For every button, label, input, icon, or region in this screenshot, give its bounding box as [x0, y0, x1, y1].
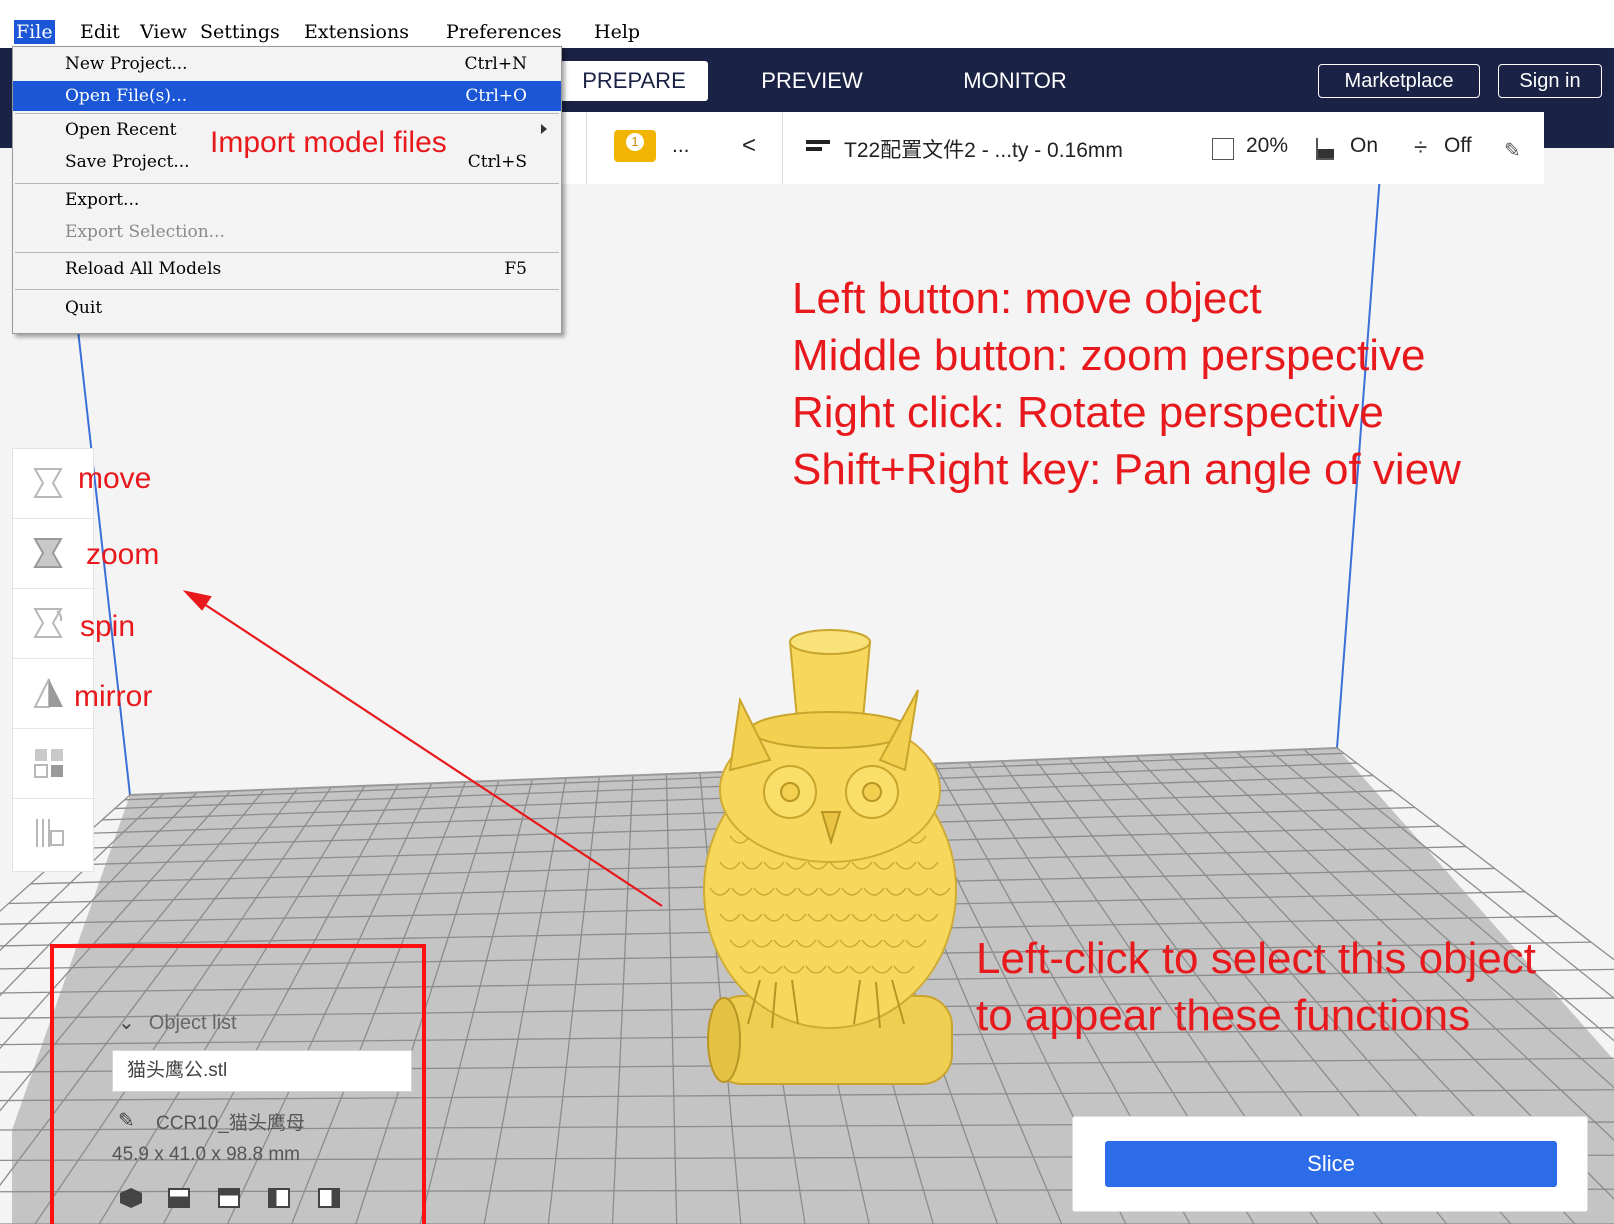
menu-item-quit[interactable]: Quit [13, 293, 561, 323]
menu-item-label: Export Selection... [65, 222, 225, 242]
menu-item-label: New Project... [65, 54, 188, 74]
menu-item-label: Save Project... [65, 152, 190, 172]
menu-divider [15, 113, 559, 114]
owl-eye-left-pupil [780, 782, 800, 802]
annotation-import-model-files: Import model files [210, 126, 447, 159]
annotation-tool-move: move [78, 462, 152, 495]
menu-settings[interactable]: Settings [198, 20, 282, 44]
scale-tool-icon [33, 538, 63, 568]
adhesion-value[interactable]: Off [1444, 134, 1472, 158]
infill-icon [1212, 138, 1234, 160]
menu-extensions[interactable]: Extensions [302, 20, 411, 44]
help-line-shift-right: Shift+Right key: Pan angle of view [792, 445, 1461, 494]
annotation-mouse-help: Left button: move object Middle button: … [792, 270, 1461, 498]
menu-divider [15, 252, 559, 253]
move-tool-icon [33, 468, 63, 498]
tab-preview[interactable]: PREVIEW [742, 61, 882, 101]
menu-item-label: Open File(s)... [65, 86, 188, 106]
tool-support-blocker[interactable] [13, 799, 95, 869]
menu-item-export-selection: Export Selection... [13, 217, 561, 247]
tool-panel [12, 448, 95, 872]
sign-in-button[interactable]: Sign in [1498, 64, 1602, 98]
menu-preferences[interactable]: Preferences [444, 20, 564, 44]
menu-item-label: Export... [65, 190, 140, 210]
tab-prepare[interactable]: PREPARE [560, 61, 708, 101]
warning-icon[interactable]: 1 [614, 130, 656, 162]
tool-per-model-settings[interactable] [13, 729, 95, 799]
menu-item-shortcut: F5 [504, 259, 527, 279]
menu-item-export[interactable]: Export... [13, 185, 561, 215]
warning-count: 1 [626, 133, 644, 151]
menu-item-label: Quit [65, 298, 103, 318]
menu-item-new-project[interactable]: New Project... Ctrl+N [13, 49, 561, 79]
menu-bar: File Edit View Settings Extensions Prefe… [0, 0, 1614, 48]
owl-hat-top [789, 629, 871, 655]
warning-more[interactable]: ... [672, 134, 690, 158]
submenu-arrow-icon [541, 124, 547, 134]
menu-item-shortcut: Ctrl+N [464, 54, 527, 74]
menu-item-label: Reload All Models [65, 259, 222, 279]
menu-item-label: Open Recent [65, 120, 177, 140]
profile-label[interactable]: T22配置文件2 - ...ty - 0.16mm [844, 134, 1123, 164]
help-line-middle-button: Middle button: zoom perspective [792, 331, 1426, 380]
menu-view[interactable]: View [138, 20, 189, 44]
help-line-right-click: Right click: Rotate perspective [792, 388, 1384, 437]
annotation-tool-mirror: mirror [74, 680, 153, 713]
support-icon [1316, 138, 1334, 160]
select-hint-line-2: to appear these functions [976, 991, 1471, 1040]
support-value[interactable]: On [1350, 134, 1378, 158]
select-hint-line-1: Left-click to select this object [976, 934, 1537, 983]
menu-item-shortcut: Ctrl+S [467, 152, 527, 172]
collapse-arrow[interactable]: < [742, 132, 756, 160]
per-model-settings-icon [34, 749, 63, 778]
file-menu-dropdown: New Project... Ctrl+N Open File(s)... Ct… [12, 46, 562, 334]
menu-edit[interactable]: Edit [78, 20, 122, 44]
menu-item-reload-all-models[interactable]: Reload All Models F5 [13, 254, 561, 284]
menu-file[interactable]: File [14, 20, 55, 44]
help-line-left-button: Left button: move object [792, 274, 1262, 323]
menu-divider [15, 183, 559, 184]
support-blocker-icon [36, 819, 64, 847]
annotation-tool-spin: spin [80, 610, 136, 643]
pencil-icon[interactable]: ✎ [1504, 138, 1521, 163]
menu-item-open-files[interactable]: Open File(s)... Ctrl+O [13, 81, 561, 111]
slice-panel: Slice [1072, 1116, 1588, 1212]
slice-button[interactable]: Slice [1105, 1141, 1557, 1187]
strip-divider-left [586, 112, 587, 184]
profile-icon [806, 140, 830, 156]
annotation-object-list-highlight [50, 944, 426, 1224]
rotate-tool-icon [33, 608, 63, 638]
menu-item-shortcut: Ctrl+O [465, 86, 527, 106]
infill-value[interactable]: 20% [1246, 134, 1288, 158]
marketplace-button[interactable]: Marketplace [1318, 64, 1480, 98]
owl-model[interactable] [703, 629, 957, 1085]
owl-hat-brim [749, 711, 911, 749]
menu-help[interactable]: Help [592, 20, 642, 44]
strip-divider-right [782, 112, 783, 184]
adhesion-icon: ÷ [1414, 134, 1428, 161]
print-setup-strip: 1 ... < T22配置文件2 - ...ty - 0.16mm 20% On… [556, 112, 1544, 184]
menu-divider [15, 289, 559, 290]
annotation-select-hint: Left-click to select this object to appe… [976, 930, 1536, 1044]
owl-eye-right-pupil [862, 782, 882, 802]
mirror-tool-icon [33, 678, 63, 708]
tool-scale[interactable] [13, 519, 95, 589]
owl-log-end [707, 997, 741, 1083]
tab-monitor[interactable]: MONITOR [940, 61, 1090, 101]
annotation-tool-zoom: zoom [86, 538, 160, 571]
